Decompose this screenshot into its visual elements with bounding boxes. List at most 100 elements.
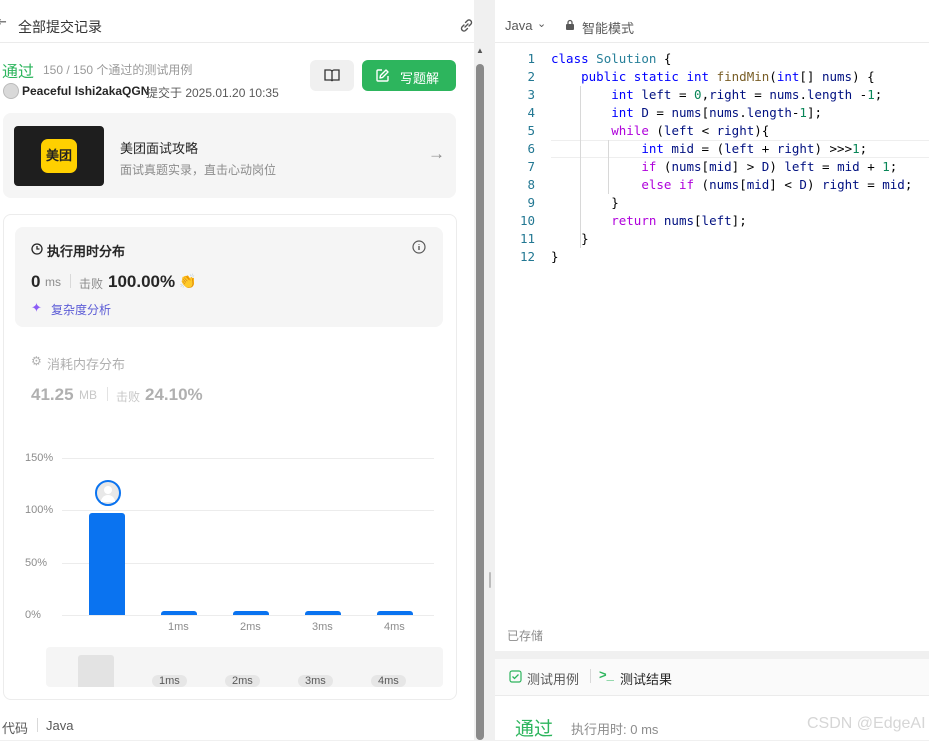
divider <box>37 718 38 732</box>
minimap-label: 2ms <box>225 675 260 687</box>
memory-value: 41.25 <box>31 385 74 404</box>
complexity-analysis-link[interactable]: 复杂度分析 <box>51 301 111 318</box>
submission-header: ⇤ 全部提交记录 <box>0 0 474 43</box>
line-number: 4 <box>527 105 535 120</box>
code-line[interactable]: class Solution { <box>551 50 671 68</box>
line-number: 12 <box>519 249 535 264</box>
code-line[interactable]: int left = 0,right = nums.length -1; <box>551 86 882 104</box>
chart-bar-1ms[interactable] <box>161 611 197 615</box>
line-number: 11 <box>519 231 535 246</box>
line-number: 2 <box>527 69 535 84</box>
arrow-right-icon: → <box>428 144 445 163</box>
y-tick-label: 100% <box>25 504 54 517</box>
checkbox-icon <box>509 670 522 683</box>
memory-section[interactable]: ⚙ 消耗内存分布 41.25 MB 击败 24.10% <box>15 340 443 412</box>
minimap-label: 1ms <box>152 675 187 687</box>
y-tick-label: 50% <box>25 556 48 569</box>
clap-icon: 👏 <box>179 273 197 289</box>
test-panel-tabs: 测试用例 >_ 测试结果 <box>495 659 929 696</box>
runtime-unit: ms <box>45 275 61 289</box>
language-select[interactable]: Java <box>505 18 532 33</box>
edit-icon <box>376 69 389 82</box>
x-tick-label: 1ms <box>168 621 189 633</box>
code-line[interactable]: } <box>551 230 589 248</box>
code-label: 代码 <box>2 721 29 736</box>
notes-button[interactable] <box>310 60 354 91</box>
chart-bar-2ms[interactable] <box>233 611 269 615</box>
code-line[interactable]: int mid = (left + right) >>>1; <box>551 140 867 158</box>
runtime-value: 0 <box>31 272 41 291</box>
code-line[interactable]: if (nums[mid] > D) left = mid + 1; <box>551 158 897 176</box>
header-title: 全部提交记录 <box>18 19 102 35</box>
line-number: 5 <box>527 123 535 138</box>
memory-beats-label: 击败 <box>116 390 141 404</box>
divider <box>590 669 591 683</box>
testcases-count: 150 / 150 个通过的测试用例 <box>43 63 193 77</box>
watermark: CSDN @EdgeAI <box>807 715 926 732</box>
code-line[interactable]: else if (nums[mid] < D) right = mid; <box>551 176 912 194</box>
memory-heading: 消耗内存分布 <box>47 357 126 372</box>
x-tick-label: 3ms <box>312 621 333 633</box>
minimap-label: 3ms <box>298 675 333 687</box>
runtime-heading: 执行用时分布 <box>47 244 126 259</box>
submitted-time: 提交于 2025.01.20 10:35 <box>146 86 279 100</box>
chart-minimap[interactable]: 1ms 2ms 3ms 4ms <box>46 647 443 687</box>
write-solution-button[interactable]: 写题解 <box>362 60 456 91</box>
submission-panel: ⇤ 全部提交记录 通过 150 / 150 个通过的测试用例 Peaceful … <box>0 0 474 740</box>
scrollbar-thumb[interactable] <box>476 64 484 740</box>
panel-splitter[interactable] <box>486 0 495 740</box>
code-line[interactable]: public static int findMin(int[] nums) { <box>551 68 875 86</box>
chart-bar-4ms[interactable] <box>377 611 413 615</box>
result-runtime: 执行用时: 0 ms <box>571 722 659 737</box>
runtime-card[interactable]: 执行用时分布 0 ms 击败 100.00% 👏 ✦ 复杂度分析 <box>15 227 443 327</box>
link-icon[interactable] <box>458 17 474 34</box>
clock-icon <box>31 243 43 255</box>
code-line[interactable]: } <box>551 194 619 212</box>
y-tick-label: 0% <box>25 609 41 621</box>
runtime-distribution-chart[interactable]: 150% 100% 50% 0% 1ms 2ms 3ms 4ms 1ms 2ms 3ms 4ms <box>0 440 474 690</box>
code-language: Java <box>46 718 74 733</box>
chart-bar-3ms[interactable] <box>305 611 341 615</box>
line-number: 7 <box>527 159 535 174</box>
memory-beats-value: 24.10% <box>145 385 203 404</box>
saved-status: 已存储 <box>507 629 544 643</box>
editor-toolbar: Java ⌄ 智能模式 <box>495 0 929 43</box>
status-passed: 通过 <box>2 64 35 81</box>
user-name[interactable]: Peaceful Ishi2akaQGN <box>22 84 149 98</box>
meituan-logo: 美团 <box>14 126 104 186</box>
ad-subtitle: 面试真题实录，直击心动岗位 <box>120 163 277 177</box>
minimap-label: 4ms <box>371 675 406 687</box>
gridline <box>62 615 434 616</box>
memory-unit: MB <box>79 388 97 402</box>
y-tick-label: 150% <box>25 452 54 464</box>
test-panel: 测试用例 >_ 测试结果 通过 执行用时: 0 ms CSDN @EdgeAI <box>495 659 929 740</box>
line-number: 8 <box>527 177 535 192</box>
avatar <box>3 83 19 99</box>
line-number: 10 <box>519 213 535 228</box>
divider <box>70 274 71 288</box>
mode-label[interactable]: 智能模式 <box>582 18 634 37</box>
chip-icon: ⚙ <box>31 354 42 368</box>
scroll-up-arrow-icon[interactable]: ▲ <box>476 46 484 55</box>
code-line[interactable]: } <box>551 248 559 266</box>
book-icon <box>324 69 340 82</box>
code-line[interactable]: int D = nums[nums.length-1]; <box>551 104 822 122</box>
tab-result[interactable]: 测试结果 <box>620 669 672 688</box>
line-number: 9 <box>527 195 535 210</box>
code-line[interactable]: return nums[left]; <box>551 212 747 230</box>
minimap-bar <box>78 655 114 687</box>
x-tick-label: 4ms <box>384 621 405 633</box>
result-status: 通过 <box>515 719 554 740</box>
meituan-ad-card[interactable]: 美团 美团面试攻略 面试真题实录，直击心动岗位 → <box>3 113 456 198</box>
tab-testcase[interactable]: 测试用例 <box>527 669 579 688</box>
info-icon[interactable] <box>412 240 426 254</box>
code-line[interactable]: while (left < right){ <box>551 122 769 140</box>
chart-bar-0ms[interactable] <box>89 513 125 615</box>
code-editor[interactable]: 1 2 3 4 5 6 7 8 9 10 11 12 class Solution { public … <box>495 0 929 651</box>
back-arrow-icon[interactable]: ⇤ <box>0 14 7 30</box>
chevron-down-icon[interactable]: ⌄ <box>537 17 546 30</box>
x-tick-label: 2ms <box>240 621 261 633</box>
write-solution-label: 写题解 <box>400 71 440 86</box>
divider <box>107 387 108 401</box>
gridline <box>62 458 434 459</box>
